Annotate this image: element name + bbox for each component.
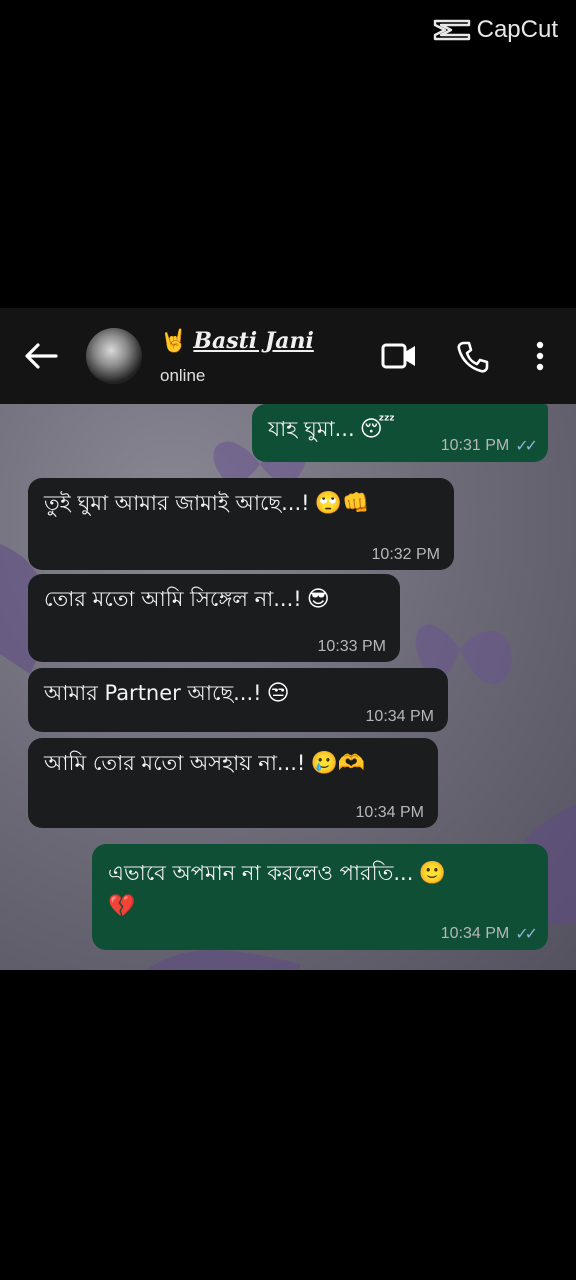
message-text: আমার Partner আছে...!	[44, 681, 262, 705]
read-receipt-icon: ✓✓	[515, 438, 538, 455]
video-call-icon[interactable]	[380, 340, 418, 372]
chat-header: 🤘 Basti Jani online	[0, 308, 576, 404]
rock-hand-emoji: 🤘	[160, 328, 188, 354]
message-emoji: 🥲🫶	[310, 751, 366, 776]
more-options-icon[interactable]	[532, 340, 548, 372]
message-time: 10:34 PM	[365, 708, 434, 725]
unamused-emoji: 😒	[266, 681, 290, 706]
message-text: যাহ ঘুমা...	[268, 417, 355, 441]
smile-emoji: 🙂	[418, 861, 446, 886]
contact-status: online	[160, 366, 206, 385]
message-bubble-outgoing[interactable]: যাহ ঘুমা... 😴 10:31 PM ✓✓	[252, 404, 548, 462]
message-meta: 10:33 PM	[318, 638, 386, 656]
message-bubble-incoming[interactable]: তুই ঘুমা আমার জামাই আছে...! 🙄👊 10:32 PM	[28, 478, 454, 570]
message-time: 10:34 PM	[355, 804, 424, 821]
contact-name-row[interactable]: 🤘 Basti Jani	[160, 328, 314, 354]
message-bubble-outgoing[interactable]: এভাবে অপমান না করলেও পারতি... 🙂 💔 10:34 …	[92, 844, 548, 950]
message-emoji: 🙄👊	[314, 491, 370, 516]
message-text: এভাবে অপমান না করলেও পারতি...	[108, 861, 414, 885]
back-arrow-icon[interactable]	[22, 340, 58, 372]
message-time: 10:31 PM	[440, 437, 510, 454]
message-bubble-incoming[interactable]: আমি তোর মতো অসহায় না...! 🥲🫶 10:34 PM	[28, 738, 438, 828]
message-time: 10:32 PM	[371, 546, 440, 563]
message-text: তোর মতো আমি সিঙ্গেল না...!	[44, 587, 302, 611]
message-meta: 10:34 PM	[356, 804, 424, 822]
sunglasses-emoji: 😎	[306, 587, 330, 612]
watermark-text: CapCut	[476, 16, 558, 43]
message-time: 10:33 PM	[317, 638, 386, 655]
broken-heart-emoji: 💔	[108, 894, 136, 919]
read-receipt-icon: ✓✓	[515, 926, 538, 943]
message-meta: 10:32 PM	[372, 546, 440, 564]
message-bubble-incoming[interactable]: তোর মতো আমি সিঙ্গেল না...! 😎 10:33 PM	[28, 574, 400, 662]
sleeping-emoji: 😴	[359, 417, 396, 442]
message-text: তুই ঘুমা আমার জামাই আছে...!	[44, 491, 310, 515]
message-bubble-incoming[interactable]: আমার Partner আছে...! 😒 10:34 PM	[28, 668, 448, 732]
message-meta: 10:34 PM ✓✓	[440, 924, 538, 944]
phone-icon[interactable]	[456, 340, 490, 374]
contact-name: Basti Jani	[193, 328, 314, 354]
chat-area[interactable]: যাহ ঘুমা... 😴 10:31 PM ✓✓ তুই ঘুমা আমার …	[0, 404, 576, 970]
message-time: 10:34 PM	[440, 925, 510, 942]
message-text: আমি তোর মতো অসহায় না...!	[44, 751, 306, 775]
capcut-watermark: CapCut	[433, 16, 558, 44]
contact-avatar[interactable]	[86, 328, 142, 384]
message-meta: 10:34 PM	[366, 708, 434, 726]
capcut-logo-icon	[433, 19, 470, 41]
message-meta: 10:31 PM ✓✓	[440, 436, 538, 456]
